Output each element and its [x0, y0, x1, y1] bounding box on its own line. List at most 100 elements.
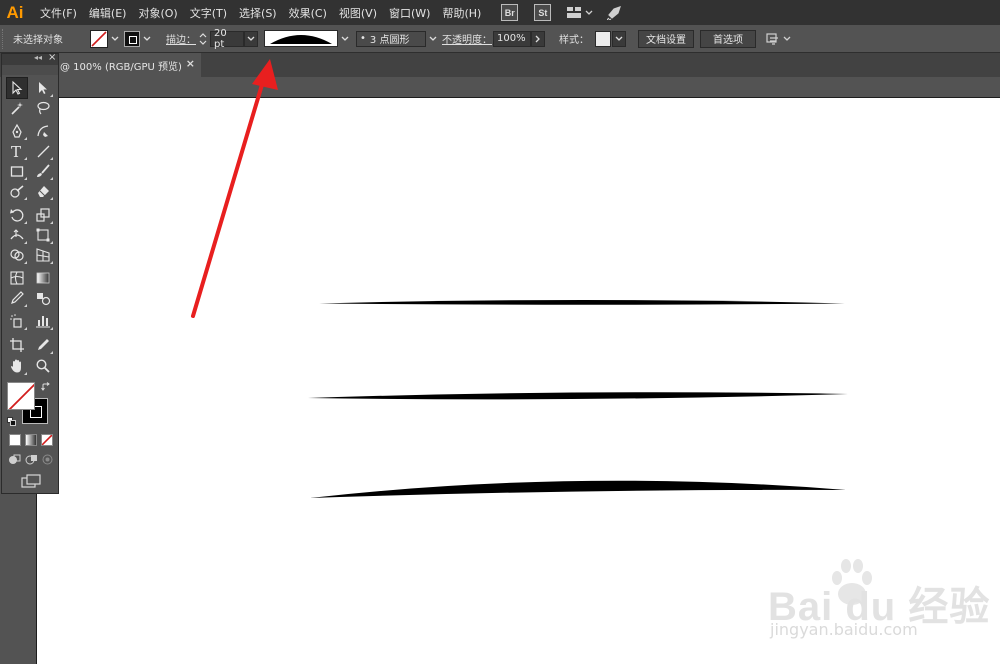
draw-inside-icon[interactable] — [41, 453, 54, 466]
stroke-dropdown[interactable] — [140, 30, 154, 47]
shape-builder-tool-icon[interactable] — [7, 245, 27, 265]
arrange-documents-icon[interactable] — [766, 32, 791, 46]
rectangle-tool-icon[interactable] — [7, 161, 27, 181]
variable-width-profile[interactable] — [264, 30, 338, 47]
blend-tool-icon[interactable] — [33, 288, 53, 308]
chevron-down-icon — [111, 36, 119, 41]
perspective-grid-tool-icon[interactable] — [33, 245, 53, 265]
opacity-flyout[interactable] — [531, 30, 545, 47]
none-fill-icon — [8, 383, 34, 409]
chevron-down-icon — [247, 36, 255, 41]
tools-panel-grip[interactable] — [2, 65, 58, 75]
stepper-arrows-icon — [199, 32, 207, 45]
curvature-tool-icon[interactable] — [33, 121, 53, 141]
zoom-tool-icon[interactable] — [33, 356, 53, 376]
gradient-tool-icon[interactable] — [33, 268, 53, 288]
stroke-weight-stepper[interactable] — [198, 30, 208, 48]
slice-tool-icon[interactable] — [33, 335, 53, 355]
workspace-switcher-icon[interactable] — [567, 7, 593, 18]
control-bar-grip — [2, 28, 9, 49]
document-setup-button[interactable]: 文档设置 — [638, 29, 694, 48]
menu-help[interactable]: 帮助(H) — [436, 5, 487, 21]
gradient-mode-button[interactable] — [25, 434, 37, 446]
pen-tool-icon[interactable] — [7, 121, 27, 141]
free-transform-tool-icon[interactable] — [33, 225, 53, 245]
type-tool-icon[interactable]: T — [7, 141, 27, 161]
document-tab[interactable]: @ 100% (RGB/GPU 预览) × — [56, 53, 201, 77]
default-fill-stroke-icon[interactable] — [7, 416, 16, 426]
graphic-style-dropdown[interactable] — [612, 30, 626, 47]
fill-color-box[interactable] — [7, 382, 35, 410]
artboard-tool-icon[interactable] — [7, 335, 27, 355]
preferences-button[interactable]: 首选项 — [700, 29, 756, 48]
brush-dropdown[interactable] — [426, 30, 440, 47]
tools-panel-header: ◂◂ × — [2, 52, 58, 65]
brush-dot-icon: • — [360, 33, 366, 44]
menu-bar: Ai 文件(F) 编辑(E) 对象(O) 文字(T) 选择(S) 效果(C) 视… — [0, 0, 1000, 25]
document-tab-title: @ 100% (RGB/GPU 预览) — [60, 61, 182, 73]
menu-view[interactable]: 视图(V) — [333, 5, 383, 21]
collapse-panel-button[interactable]: ◂◂ — [34, 53, 42, 62]
stroke-weight-value: 20 pt — [214, 27, 227, 50]
selection-tool-icon[interactable] — [6, 77, 28, 99]
eraser-tool-icon[interactable] — [33, 181, 53, 201]
menu-object[interactable]: 对象(O) — [132, 5, 183, 21]
menu-window[interactable]: 窗口(W) — [383, 5, 436, 21]
opacity-label[interactable]: 不透明度： — [442, 31, 492, 46]
draw-normal-icon[interactable] — [8, 453, 21, 466]
chevron-down-icon — [341, 36, 349, 41]
eyedropper-tool-icon[interactable] — [7, 288, 27, 308]
paintbrush-tool-icon[interactable] — [33, 161, 53, 181]
fill-stroke-swap-icon[interactable] — [41, 382, 51, 392]
brush-definition[interactable]: • 3 点圆形 — [356, 30, 426, 47]
style-label: 样式： — [559, 35, 589, 46]
chevron-right-icon — [535, 35, 540, 42]
menu-select[interactable]: 选择(S) — [233, 5, 283, 21]
line-segment-tool-icon[interactable] — [33, 141, 53, 161]
hand-tool-icon[interactable] — [7, 356, 27, 376]
close-panel-button[interactable]: × — [48, 52, 56, 63]
column-graph-tool-icon[interactable] — [33, 311, 53, 331]
watermark-url: jingyan.baidu.com — [770, 620, 918, 639]
stroke-path-1[interactable] — [319, 300, 845, 305]
rotate-tool-icon[interactable] — [7, 205, 27, 225]
lasso-tool-icon[interactable] — [33, 98, 53, 118]
none-mode-button[interactable] — [41, 434, 53, 446]
stroke-swatch[interactable] — [124, 30, 140, 47]
stroke-path-3[interactable] — [310, 480, 846, 498]
baidu-watermark: Bai du 经验 jingyan.baidu.com — [760, 554, 1000, 659]
shaper-tool-icon[interactable] — [7, 181, 27, 201]
direct-selection-tool-icon[interactable] — [33, 78, 53, 98]
menu-edit[interactable]: 编辑(E) — [83, 5, 133, 21]
width-profile-dropdown[interactable] — [338, 30, 352, 47]
color-mode-button[interactable] — [9, 434, 21, 446]
stroke-weight-dropdown[interactable] — [244, 30, 258, 47]
menu-file[interactable]: 文件(F) — [34, 5, 83, 21]
screen-mode-icon[interactable] — [21, 474, 41, 488]
magic-wand-tool-icon[interactable] — [7, 98, 27, 118]
bridge-button[interactable]: Br — [501, 4, 519, 21]
scale-tool-icon[interactable] — [33, 205, 53, 225]
stroke-weight-input[interactable]: 20 pt — [210, 27, 244, 50]
width-tool-icon[interactable] — [7, 225, 27, 245]
selection-status: 未选择对象 — [13, 35, 63, 46]
fill-dropdown[interactable] — [108, 30, 122, 47]
menu-effect[interactable]: 效果(C) — [283, 5, 333, 21]
draw-behind-icon[interactable] — [25, 453, 38, 466]
chevron-down-icon — [143, 36, 151, 41]
symbol-sprayer-tool-icon[interactable] — [7, 311, 27, 331]
stroke-label: 描边： — [166, 35, 196, 46]
stock-button[interactable]: St — [534, 4, 552, 21]
document-tab-bar: @ 100% (RGB/GPU 预览) × — [0, 53, 1000, 77]
rocket-icon[interactable] — [607, 5, 622, 20]
menu-type[interactable]: 文字(T) — [184, 5, 233, 21]
mesh-tool-icon[interactable] — [7, 268, 27, 288]
fill-swatch[interactable] — [90, 29, 108, 48]
close-tab-button[interactable]: × — [186, 57, 195, 70]
graphic-style-swatch[interactable] — [595, 30, 611, 47]
stroke-swatch-inner-icon — [129, 35, 137, 44]
stroke-path-2[interactable] — [308, 392, 848, 400]
opacity-input[interactable]: 100% — [493, 30, 531, 47]
chevron-down-icon — [429, 36, 437, 41]
opacity-value: 100% — [497, 33, 526, 44]
